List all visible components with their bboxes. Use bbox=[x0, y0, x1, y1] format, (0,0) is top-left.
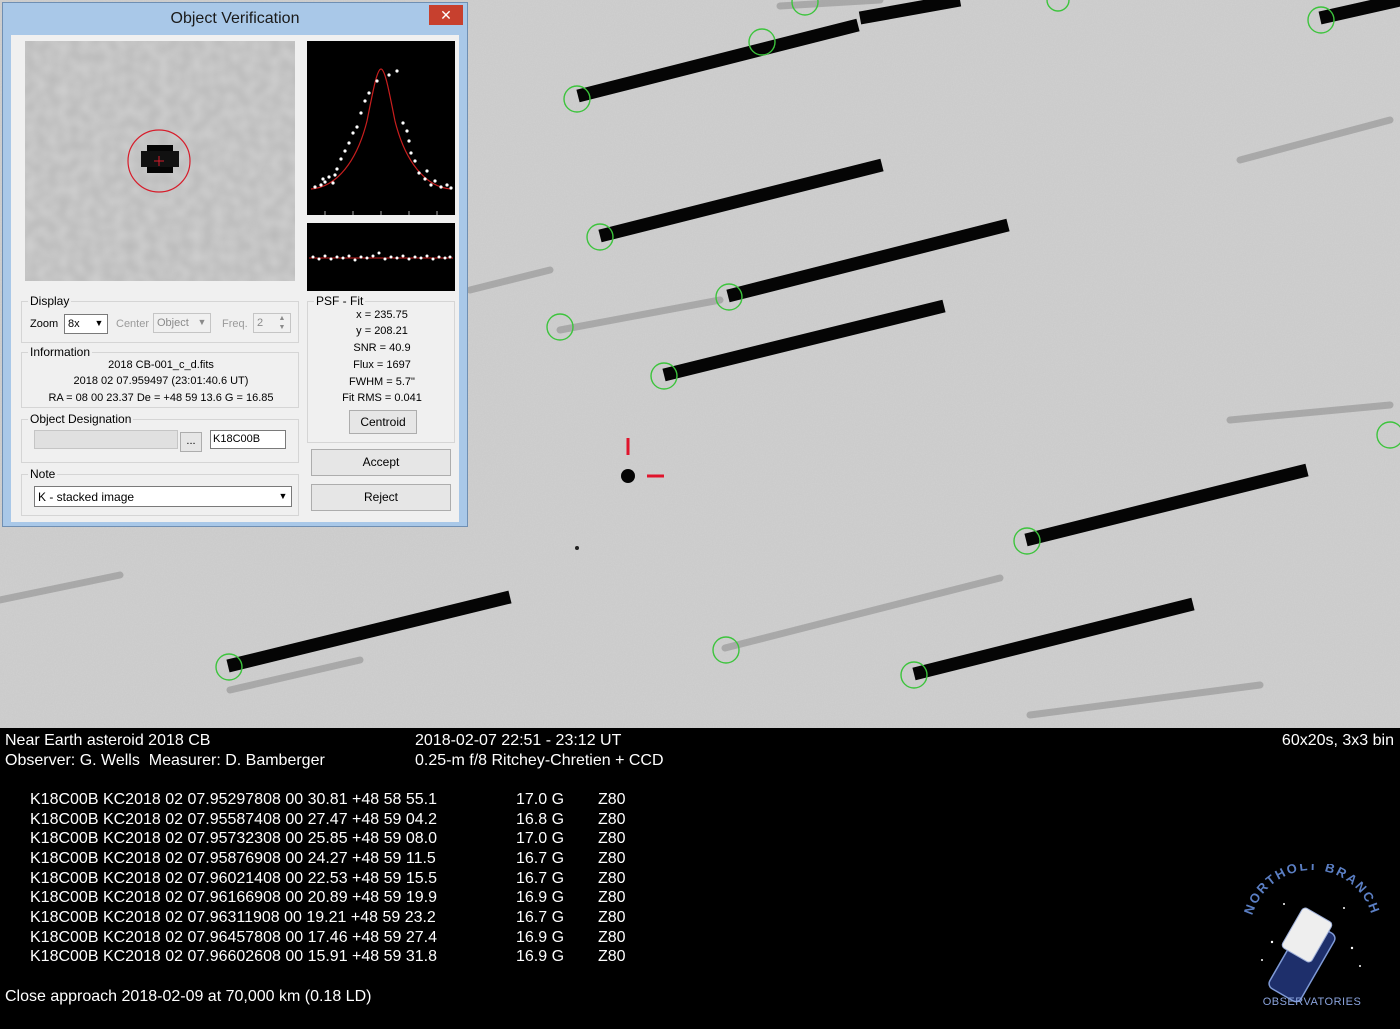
observatory-logo: NORTHOLT BRANCH OBSERVATORIES bbox=[1241, 864, 1384, 1008]
psf-snr: SNR = 40.9 bbox=[353, 342, 411, 354]
chevron-down-icon: ▼ bbox=[278, 491, 288, 501]
information-group: Information 2018 CB-001_c_d.fits 2018 02… bbox=[21, 345, 299, 408]
psf-flux: Flux = 1697 bbox=[353, 359, 411, 371]
psf-residual-plot bbox=[307, 223, 455, 291]
chevron-down-icon: ▼ bbox=[197, 317, 207, 327]
note-value: K - stacked image bbox=[38, 490, 135, 504]
psf-legend: PSF - Fit bbox=[314, 294, 366, 308]
info-date: 2018 02 07.959497 (23:01:40.6 UT) bbox=[73, 375, 249, 387]
telescope-icon bbox=[1268, 907, 1336, 1003]
caption-observer: Observer: G. Wells Measurer: D. Bamberge… bbox=[5, 752, 325, 769]
caption-exposure: 60x20s, 3x3 bin bbox=[1281, 732, 1394, 749]
psf-fwhm: FWHM = 5.7" bbox=[349, 376, 415, 388]
designation-legend: Object Designation bbox=[28, 412, 134, 426]
zoom-value: 8x bbox=[68, 318, 80, 330]
close-button[interactable]: ✕ bbox=[429, 5, 463, 25]
browse-button[interactable]: ... bbox=[180, 432, 202, 452]
note-select[interactable]: K - stacked image ▼ bbox=[34, 486, 292, 507]
logo-bottom-text: OBSERVATORIES bbox=[1263, 996, 1362, 1008]
dialog-title: Object Verification bbox=[170, 10, 300, 27]
zoom-label: Zoom bbox=[30, 318, 59, 330]
accept-label: Accept bbox=[362, 455, 400, 469]
center-value: Object bbox=[157, 317, 189, 329]
display-group: Display Zoom 8x ▼ Center Object ▼ Freq. … bbox=[21, 294, 299, 343]
designation-dropdown[interactable] bbox=[34, 430, 178, 449]
caption-time: 2018-02-07 22:51 - 23:12 UT bbox=[415, 732, 622, 749]
information-legend: Information bbox=[28, 345, 93, 359]
caption-close-approach: Close approach 2018-02-09 at 70,000 km (… bbox=[5, 988, 372, 1005]
asteroid-dot bbox=[621, 469, 635, 483]
dialog-client: Display Zoom 8x ▼ Center Object ▼ Freq. … bbox=[11, 35, 459, 522]
psf-y: y = 208.21 bbox=[356, 325, 408, 337]
psf-x: x = 235.75 bbox=[356, 309, 408, 321]
center-select[interactable]: Object ▼ bbox=[153, 313, 211, 333]
designation-group: Object Designation ... K18C00B bbox=[21, 412, 299, 463]
svg-text:NORTHOLT BRANCH: NORTHOLT BRANCH bbox=[1241, 864, 1384, 917]
reject-label: Reject bbox=[363, 490, 398, 504]
display-legend: Display bbox=[28, 294, 72, 308]
psf-fit-rms: Fit RMS = 0.041 bbox=[342, 392, 422, 404]
info-coords: RA = 08 00 23.37 De = +48 59 13.6 G = 16… bbox=[48, 392, 274, 404]
freq-stepper[interactable]: 2 ▲ ▼ bbox=[253, 313, 291, 333]
freq-label: Freq. bbox=[222, 318, 248, 330]
designation-input[interactable]: K18C00B bbox=[210, 430, 286, 449]
zoom-image bbox=[25, 41, 295, 281]
chevron-down-icon: ▼ bbox=[94, 318, 104, 328]
spin-arrows-icon: ▲ ▼ bbox=[278, 315, 286, 331]
accept-button[interactable]: Accept bbox=[311, 449, 451, 476]
caption-telescope: 0.25-m f/8 Ritchey-Chretien + CCD bbox=[415, 752, 664, 769]
psf-fit-group: PSF - Fit x = 235.75 y = 208.21 SNR = 40… bbox=[307, 294, 455, 443]
caption-panel: Near Earth asteroid 2018 CB Observer: G.… bbox=[0, 728, 1400, 1029]
info-file: 2018 CB-001_c_d.fits bbox=[108, 359, 214, 371]
freq-value: 2 bbox=[257, 317, 264, 329]
reject-button[interactable]: Reject bbox=[311, 484, 451, 511]
centroid-button[interactable]: Centroid bbox=[349, 410, 417, 434]
center-label: Center bbox=[116, 318, 150, 330]
note-group: Note K - stacked image ▼ bbox=[21, 467, 299, 516]
object-verification-dialog: Object Verification ✕ Display Zoom 8x ▼ … bbox=[2, 2, 468, 527]
centroid-label: Centroid bbox=[360, 415, 406, 429]
caption-object: Near Earth asteroid 2018 CB bbox=[5, 732, 211, 749]
logo-top-text: NORTHOLT BRANCH bbox=[1241, 864, 1382, 917]
note-legend: Note bbox=[28, 467, 58, 481]
psf-profile-plot bbox=[307, 41, 455, 215]
zoom-select[interactable]: 8x ▼ bbox=[64, 314, 108, 334]
